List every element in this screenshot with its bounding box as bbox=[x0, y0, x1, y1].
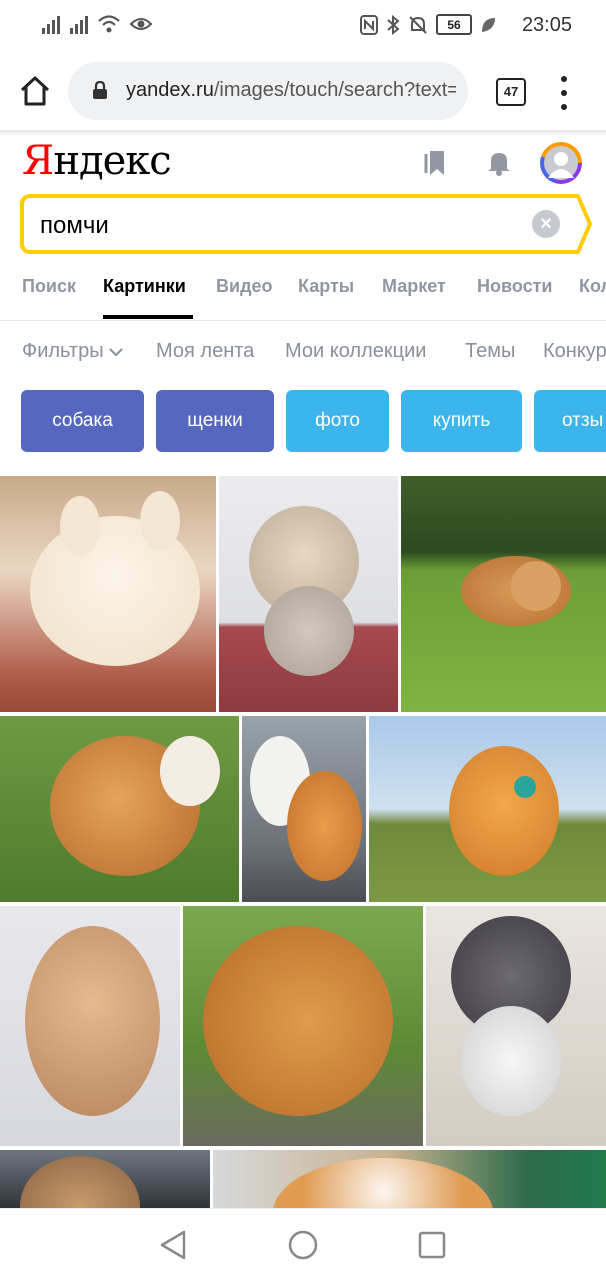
address-bar[interactable]: yandex.ru/images/touch/search?text= bbox=[68, 62, 468, 120]
home-icon[interactable] bbox=[18, 74, 52, 108]
search-input[interactable]: помчи bbox=[40, 212, 109, 240]
tab-maps[interactable]: Карты bbox=[298, 276, 354, 297]
notifications-bell-icon[interactable] bbox=[486, 150, 512, 176]
toolbar-shadow bbox=[0, 130, 606, 136]
yandex-logo[interactable]: Яндекс bbox=[22, 138, 172, 184]
url-path: /images/touch/search?text= bbox=[213, 79, 456, 101]
topics-link[interactable]: Темы bbox=[465, 340, 515, 363]
tab-switcher-button[interactable]: 47 bbox=[496, 78, 526, 106]
image-result[interactable] bbox=[183, 906, 423, 1146]
wifi-icon bbox=[98, 15, 120, 33]
logo-first-letter: Я bbox=[22, 138, 54, 184]
suggest-chip[interactable]: фото bbox=[286, 390, 389, 452]
battery-icon: 56 bbox=[436, 14, 472, 35]
image-result[interactable] bbox=[0, 716, 239, 902]
status-icons-right: 56 bbox=[360, 14, 496, 35]
image-result[interactable] bbox=[369, 716, 606, 902]
avatar-placeholder-icon bbox=[544, 146, 578, 180]
tab-search[interactable]: Поиск bbox=[22, 276, 76, 297]
status-time: 23:05 bbox=[521, 14, 572, 36]
home-nav-icon[interactable] bbox=[287, 1229, 319, 1261]
active-tab-underline bbox=[103, 315, 193, 319]
contests-link[interactable]: Конкур bbox=[543, 340, 606, 363]
image-result[interactable] bbox=[213, 1150, 606, 1208]
status-icons-left bbox=[42, 14, 152, 34]
eye-icon bbox=[130, 18, 152, 30]
filters-row: Фильтры Моя лента Мои коллекции Темы Кон… bbox=[0, 330, 606, 380]
user-avatar[interactable] bbox=[540, 142, 582, 184]
system-nav-bar bbox=[0, 1208, 606, 1281]
mute-bell-icon bbox=[409, 15, 427, 34]
image-result[interactable] bbox=[242, 716, 366, 902]
image-result[interactable] bbox=[0, 1150, 210, 1208]
my-collections-link[interactable]: Мои коллекции bbox=[285, 340, 426, 363]
recent-apps-icon[interactable] bbox=[418, 1231, 446, 1259]
url-host: yandex.ru bbox=[126, 79, 214, 101]
suggest-chip[interactable]: щенки bbox=[156, 390, 274, 452]
suggest-chip[interactable]: отзы bbox=[534, 390, 606, 452]
tab-images[interactable]: Картинки bbox=[103, 276, 186, 297]
image-result[interactable] bbox=[219, 476, 398, 712]
image-result[interactable] bbox=[0, 476, 216, 712]
search-arrow-button[interactable] bbox=[566, 194, 592, 254]
signal-2-icon bbox=[70, 14, 88, 34]
signal-icon bbox=[42, 14, 60, 34]
status-bar: 56 23:05 bbox=[0, 0, 606, 52]
bluetooth-icon bbox=[387, 14, 400, 35]
back-icon[interactable] bbox=[158, 1229, 188, 1261]
collections-icon[interactable] bbox=[424, 150, 446, 176]
nfc-icon bbox=[360, 14, 378, 35]
filters-label: Фильтры bbox=[22, 340, 104, 362]
tab-news[interactable]: Новости bbox=[477, 276, 552, 297]
url-text: yandex.ru/images/touch/search?text= bbox=[126, 79, 456, 102]
filters-dropdown[interactable]: Фильтры bbox=[22, 340, 123, 363]
search-field[interactable]: помчи × bbox=[20, 194, 568, 254]
leaf-icon bbox=[482, 17, 495, 32]
tab-video[interactable]: Видео bbox=[216, 276, 273, 297]
tab-collections[interactable]: Кол bbox=[579, 276, 606, 297]
browser-menu-icon[interactable] bbox=[558, 76, 570, 110]
clear-search-icon[interactable]: × bbox=[532, 210, 560, 238]
logo-rest: ндекс bbox=[53, 138, 171, 184]
tab-market[interactable]: Маркет bbox=[382, 276, 446, 297]
suggest-chip[interactable]: купить bbox=[401, 390, 522, 452]
image-result[interactable] bbox=[0, 906, 180, 1146]
suggest-chip[interactable]: собака bbox=[21, 390, 144, 452]
my-feed-link[interactable]: Моя лента bbox=[156, 340, 254, 363]
browser-toolbar: yandex.ru/images/touch/search?text= 47 bbox=[0, 52, 606, 130]
lock-icon bbox=[93, 81, 107, 99]
image-result[interactable] bbox=[426, 906, 606, 1146]
service-tabs: Поиск Картинки Видео Карты Маркет Новост… bbox=[0, 270, 606, 321]
chevron-down-icon bbox=[109, 348, 123, 357]
image-result[interactable] bbox=[401, 476, 606, 712]
